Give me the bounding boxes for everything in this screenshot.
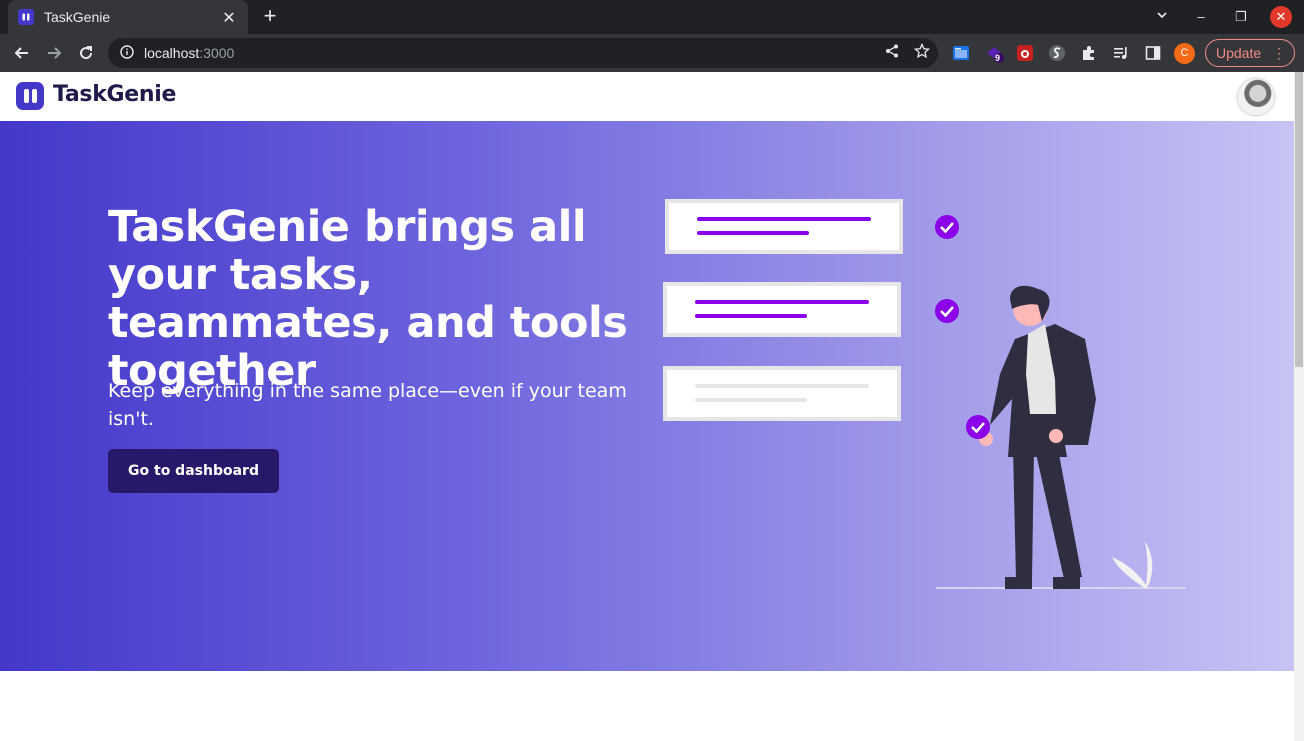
extension-badge: 9	[995, 53, 1001, 63]
back-arrow-icon[interactable]	[10, 41, 34, 65]
person-figure	[979, 285, 1096, 589]
check-icon	[935, 299, 959, 323]
extension-hat-icon[interactable]: 9	[985, 43, 1005, 63]
scrollbar-thumb[interactable]	[1295, 72, 1303, 367]
new-tab-button[interactable]: +	[258, 5, 282, 29]
address-bar[interactable]: localhost:3000	[108, 38, 938, 68]
extension-screenshot-icon[interactable]	[951, 43, 971, 63]
url-host: localhost	[144, 45, 200, 61]
window-close-button[interactable]: ✕	[1270, 6, 1292, 28]
page-viewport: TaskGenie TaskGenie brings all your task…	[0, 72, 1294, 741]
task-card-2	[663, 282, 901, 337]
extension-s-icon[interactable]	[1047, 43, 1067, 63]
hero-subtitle: Keep everything in the same place—even i…	[108, 380, 627, 430]
hero-title: TaskGenie brings all your tasks, teammat…	[108, 202, 628, 396]
side-panel-icon[interactable]	[1143, 43, 1163, 63]
minimize-button[interactable]: –	[1190, 6, 1212, 28]
site-info-icon[interactable]	[120, 44, 134, 63]
extensions-puzzle-icon[interactable]	[1079, 43, 1099, 63]
update-label: Update	[1216, 45, 1262, 61]
check-icon	[935, 215, 959, 239]
task-card-3	[663, 366, 901, 421]
app-header: TaskGenie	[0, 72, 1294, 121]
go-to-dashboard-button[interactable]: Go to dashboard	[108, 449, 279, 493]
share-icon[interactable]	[884, 43, 900, 63]
tab-title: TaskGenie	[44, 9, 111, 25]
reload-icon[interactable]	[74, 41, 98, 65]
check-icon	[966, 415, 990, 439]
more-menu-icon[interactable]: ⋮	[1272, 44, 1286, 62]
bookmark-star-icon[interactable]	[913, 42, 931, 63]
forward-arrow-icon[interactable]	[42, 41, 66, 65]
taskgenie-favicon-icon	[18, 9, 34, 25]
tasks-person-illustration	[663, 199, 1186, 589]
user-avatar[interactable]	[1236, 77, 1276, 117]
browser-toolbar: localhost:3000 9 C Update ⋮	[0, 34, 1304, 72]
page-scrollbar[interactable]	[1294, 72, 1304, 741]
browser-tab[interactable]: TaskGenie ✕	[8, 0, 248, 34]
browser-tab-bar: TaskGenie ✕ + – ❐ ✕	[0, 0, 1304, 34]
url-port: :3000	[199, 45, 235, 61]
profile-avatar[interactable]: C	[1174, 43, 1195, 64]
tab-search-icon[interactable]	[1151, 6, 1173, 28]
tab-close-icon[interactable]: ✕	[220, 8, 238, 27]
update-button[interactable]: Update ⋮	[1205, 39, 1295, 67]
extension-bug-icon[interactable]	[1015, 43, 1035, 63]
taskgenie-logo-icon[interactable]	[16, 82, 44, 110]
restore-button[interactable]: ❐	[1230, 6, 1252, 28]
brand-name[interactable]: TaskGenie	[53, 82, 176, 107]
task-card-1	[665, 199, 903, 254]
hero-section: TaskGenie brings all your tasks, teammat…	[0, 121, 1294, 671]
media-playlist-icon[interactable]	[1111, 43, 1131, 63]
page-content-below-hero	[0, 671, 1294, 741]
